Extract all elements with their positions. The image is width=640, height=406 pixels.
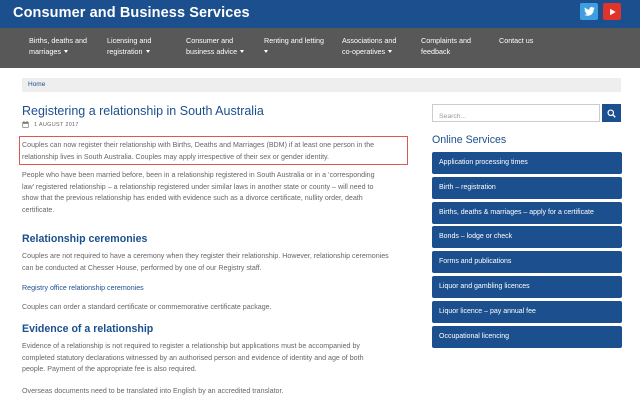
nav-associations-cooperatives[interactable]: Associations and co-operatives <box>342 36 396 57</box>
nav-label-line2: feedback <box>421 46 451 56</box>
text-line: Evidence of a relationship is not requir… <box>22 342 360 350</box>
text-line: law’ registered relationship – a relatio… <box>22 182 374 191</box>
nav-consumer-business-advice[interactable]: Consumer and business advice <box>186 36 245 57</box>
service-application-processing-times[interactable]: Application processing times <box>432 152 622 174</box>
online-services-title: Online Services <box>432 134 507 146</box>
caret-down-icon <box>240 50 245 54</box>
search-button[interactable] <box>602 104 621 122</box>
ceremonies-paragraph: Couples are not required to have a cerem… <box>22 251 410 274</box>
nav-label-line1: Licensing and <box>107 36 152 45</box>
site-header: Consumer and Business Services <box>0 0 640 28</box>
nav-label-line1: Consumer and <box>186 36 234 45</box>
caret-down-icon <box>388 50 393 54</box>
text-line: show that the previous relationship has … <box>22 194 363 203</box>
nav-label-line2: business advice <box>186 46 238 56</box>
nav-complaints-feedback[interactable]: Complaints and feedback <box>421 36 471 57</box>
service-occupational-licencing[interactable]: Occupational licencing <box>432 325 622 348</box>
text-line: certificate. <box>22 205 55 214</box>
calendar-icon <box>22 121 29 128</box>
main-nav: Births, deaths and marriages Licensing a… <box>0 28 640 68</box>
nav-births-deaths-marriages[interactable]: Births, deaths and marriages <box>29 36 87 57</box>
text-line: people. Payment of the appropriate fee i… <box>22 365 197 374</box>
nav-label-line2: co-operatives <box>342 46 386 56</box>
page-title: Registering a relationship in South Aust… <box>22 104 264 118</box>
search-input[interactable] <box>433 108 599 125</box>
online-services-list: Application processing times Birth – reg… <box>432 152 622 350</box>
nav-label-line1: Associations and <box>342 36 397 45</box>
search-field[interactable] <box>432 104 600 125</box>
breadcrumb: Home <box>22 78 621 92</box>
service-birth-registration[interactable]: Birth – registration <box>432 176 622 199</box>
text-line: completed statutory declarations witness… <box>22 353 364 362</box>
nav-label-line1: Contact us <box>499 36 534 45</box>
caret-down-icon <box>264 50 268 54</box>
overseas-paragraph: Overseas documents need to be translated… <box>22 387 284 395</box>
date-text: 1 AUGUST 2017 <box>34 121 79 128</box>
text-line: relationship lives in South Australia. C… <box>22 152 330 161</box>
nav-label-line2: registration <box>107 46 143 56</box>
service-liquor-licence-fee[interactable]: Liquor licence – pay annual fee <box>432 300 622 323</box>
previous-relationship-paragraph: People who have been married before, bee… <box>22 170 410 216</box>
text-line: People who have been married before, bee… <box>22 171 375 179</box>
nav-label-line1: Renting and letting <box>264 36 324 45</box>
service-bdm-certificate[interactable]: Births, deaths & marriages – apply for a… <box>432 201 622 224</box>
nav-label-line1: Complaints and <box>421 36 471 45</box>
caret-down-icon <box>145 50 150 54</box>
article-date: 1 AUGUST 2017 <box>22 121 79 128</box>
registry-ceremonies-link[interactable]: Registry office relationship ceremonies <box>22 284 144 292</box>
nav-contact-us[interactable]: Contact us <box>499 36 533 47</box>
service-liquor-gambling-licences[interactable]: Liquor and gambling licences <box>432 275 622 298</box>
text-line: can be conducted at Chesser House, perfo… <box>22 263 262 272</box>
intro-paragraph: Couples can now register their relations… <box>22 140 410 163</box>
heading-evidence-of-relationship: Evidence of a relationship <box>22 323 154 335</box>
nav-label-line1: Births, deaths and <box>29 36 87 45</box>
evidence-paragraph: Evidence of a relationship is not requir… <box>22 341 410 376</box>
heading-relationship-ceremonies: Relationship ceremonies <box>22 233 148 245</box>
breadcrumb-home-link[interactable]: Home <box>28 81 45 88</box>
text-line: Couples can now register their relations… <box>22 141 375 149</box>
service-bonds[interactable]: Bonds – lodge or check <box>432 226 622 249</box>
certificate-paragraph: Couples can order a standard certificate… <box>22 303 272 311</box>
nav-licensing-registration[interactable]: Licensing and registration <box>107 36 151 57</box>
site-title[interactable]: Consumer and Business Services <box>13 5 250 21</box>
search-icon <box>607 108 616 118</box>
service-forms-publications[interactable]: Forms and publications <box>432 251 622 274</box>
nav-renting-letting[interactable]: Renting and letting <box>264 36 324 57</box>
twitter-icon[interactable] <box>580 3 598 20</box>
nav-label-line2: marriages <box>29 46 61 56</box>
youtube-icon[interactable] <box>603 3 621 20</box>
caret-down-icon <box>63 50 68 54</box>
text-line: Couples are not required to have a cerem… <box>22 252 389 260</box>
